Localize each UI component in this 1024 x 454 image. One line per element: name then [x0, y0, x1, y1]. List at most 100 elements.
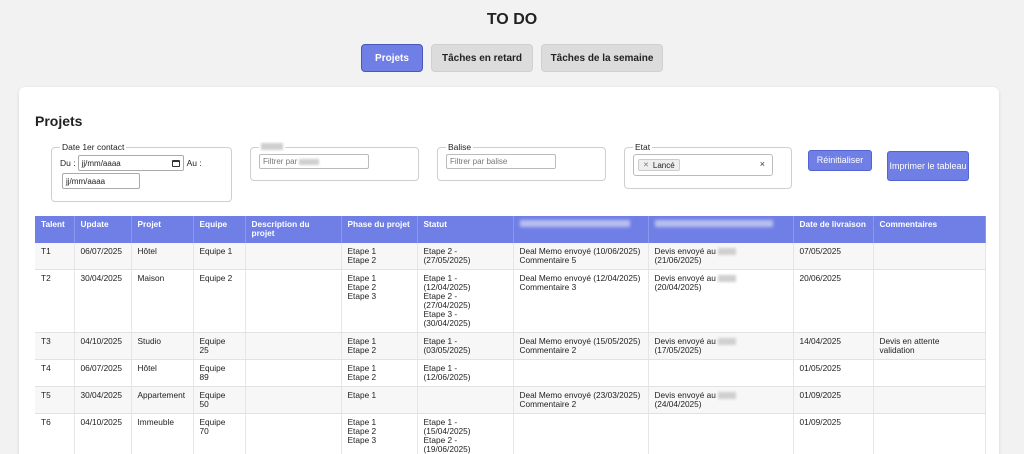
cell-deal: Deal Memo envoyé (15/05/2025) Commentair…: [513, 332, 649, 360]
cell-deal: Deal Memo envoyé (23/03/2025) Commentair…: [513, 386, 649, 414]
cell-description: [245, 243, 342, 270]
devis-date: (21/06/2025): [654, 255, 702, 265]
cell-commentaires: [873, 269, 986, 333]
cell-update: 04/10/2025: [74, 413, 132, 454]
cell-equipe: Equipe 25: [193, 332, 246, 360]
cell-update: 04/10/2025: [74, 332, 132, 360]
devis-date: (24/04/2025): [654, 399, 702, 409]
clear-selection-icon[interactable]: ×: [760, 159, 765, 169]
cell-statut: Etape 2 - (27/05/2025): [417, 243, 514, 270]
header-talent[interactable]: Talent: [35, 216, 75, 243]
header-projet[interactable]: Projet: [131, 216, 194, 243]
cell-talent: T1: [35, 243, 75, 270]
cell-livraison: 01/09/2025: [793, 386, 874, 414]
cell-update: 30/04/2025: [74, 386, 132, 414]
cell-description: [245, 269, 342, 333]
table-header-row: Talent Update Projet Equipe Description …: [35, 216, 986, 243]
cell-deal: Deal Memo envoyé (12/04/2025) Commentair…: [513, 269, 649, 333]
redacted-recipient: [718, 275, 737, 283]
cell-livraison: 01/09/2025: [793, 413, 874, 454]
cell-livraison: 20/06/2025: [793, 269, 874, 333]
cell-equipe: Equipe 1: [193, 243, 246, 270]
cell-devis: [648, 359, 794, 387]
tab-taches-en-retard[interactable]: Tâches en retard: [431, 44, 533, 72]
header-commentaires[interactable]: Commentaires: [873, 216, 986, 243]
redacted-legend-text: [261, 143, 283, 150]
date-filter-group: Date 1er contact Du : jj/mm/aaaa Au : jj…: [51, 142, 232, 202]
tab-projets[interactable]: Projets: [361, 44, 423, 72]
cell-devis: Devis envoyé au (20/04/2025): [648, 269, 794, 333]
date-filter-legend: Date 1er contact: [62, 142, 125, 152]
date-to-input[interactable]: jj/mm/aaaa: [62, 173, 140, 189]
cell-equipe: Equipe 2: [193, 269, 246, 333]
cell-devis: [648, 413, 794, 454]
cell-devis: Devis envoyé au (24/04/2025): [648, 386, 794, 414]
redacted-recipient: [718, 392, 737, 400]
cell-statut: [417, 386, 514, 414]
cell-equipe: Equipe 70: [193, 413, 246, 454]
cell-phase: Etape 1: [341, 386, 418, 414]
header-redacted-2[interactable]: [648, 216, 794, 243]
cell-description: [245, 332, 342, 360]
balise-filter-group: Balise Filtrer par balise: [437, 142, 606, 181]
app-title: TO DO: [486, 11, 538, 28]
table-row: T3 04/10/2025 Studio Equipe 25 Etape 1 Etape…: [35, 332, 986, 360]
redacted-filter-placeholder: Filtrer par: [263, 157, 298, 166]
cell-livraison: 01/05/2025: [793, 359, 874, 387]
cell-update: 06/07/2025: [74, 359, 132, 387]
cell-talent: T3: [35, 332, 75, 360]
header-description[interactable]: Description du projet: [245, 216, 342, 243]
cell-commentaires: [873, 359, 986, 387]
etat-chip: ✕ Lancé: [638, 159, 680, 171]
etat-select[interactable]: ✕ Lancé ×: [633, 154, 773, 176]
cell-talent: T4: [35, 359, 75, 387]
du-label: Du :: [60, 158, 76, 168]
header-date-livraison[interactable]: Date de livraison: [793, 216, 874, 243]
print-table-button[interactable]: Imprimer le tableau: [887, 151, 969, 181]
cell-phase: Etape 1 Etape 2: [341, 359, 418, 387]
date-from-input[interactable]: jj/mm/aaaa: [77, 155, 184, 171]
cell-commentaires: [873, 386, 986, 414]
calendar-icon[interactable]: [171, 159, 180, 167]
header-redacted-1[interactable]: [513, 216, 649, 243]
redacted-recipient: [718, 338, 737, 346]
redacted-filter-legend: [259, 142, 285, 152]
cell-commentaires: [873, 413, 986, 454]
cell-projet: Hôtel: [131, 359, 194, 387]
cell-projet: Maison: [131, 269, 194, 333]
chip-remove-icon[interactable]: ✕: [643, 161, 649, 169]
cell-livraison: 14/04/2025: [793, 332, 874, 360]
reset-button[interactable]: Réinitialiser: [808, 150, 872, 171]
header-update[interactable]: Update: [74, 216, 132, 243]
header-equipe[interactable]: Equipe: [193, 216, 246, 243]
devis-date: (17/05/2025): [654, 345, 702, 355]
header-phase[interactable]: Phase du projet: [341, 216, 418, 243]
balise-filter-legend: Balise: [448, 142, 472, 152]
table-row: T4 06/07/2025 Hôtel Equipe 89 Etape 1 Etape …: [35, 359, 986, 387]
cell-update: 30/04/2025: [74, 269, 132, 333]
balise-filter-input[interactable]: Filtrer par balise: [446, 154, 556, 169]
au-label: Au :: [186, 158, 202, 168]
cell-livraison: 07/05/2025: [793, 243, 874, 270]
etat-chip-label: Lancé: [652, 160, 675, 170]
devis-date: (20/04/2025): [654, 282, 702, 292]
redacted-header-text: [654, 220, 773, 227]
table-row: T2 30/04/2025 Maison Equipe 2 Etape 1 Etape …: [35, 269, 986, 333]
cell-talent: T5: [35, 386, 75, 414]
section-title: Projets: [35, 113, 83, 129]
cell-statut: Etape 1 - (12/04/2025) Etape 2 - (27/04/…: [417, 269, 514, 333]
cell-statut: Etape 1 - (12/06/2025): [417, 359, 514, 387]
cell-projet: Studio: [131, 332, 194, 360]
cell-talent: T6: [35, 413, 75, 454]
tab-taches-de-la-semaine[interactable]: Tâches de la semaine: [541, 44, 663, 72]
cell-statut: Etape 1 - (15/04/2025) Etape 2 - (19/06/…: [417, 413, 514, 454]
header-statut[interactable]: Statut: [417, 216, 514, 243]
cell-description: [245, 413, 342, 454]
cell-deal: [513, 413, 649, 454]
cell-phase: Etape 1 Etape 2: [341, 243, 418, 270]
cell-deal: Deal Memo envoyé (10/06/2025) Commentair…: [513, 243, 649, 270]
cell-projet: Hôtel: [131, 243, 194, 270]
redacted-filter-input[interactable]: Filtrer par: [259, 154, 369, 169]
balise-filter-placeholder: Filtrer par balise: [450, 157, 508, 166]
cell-projet: Immeuble: [131, 413, 194, 454]
